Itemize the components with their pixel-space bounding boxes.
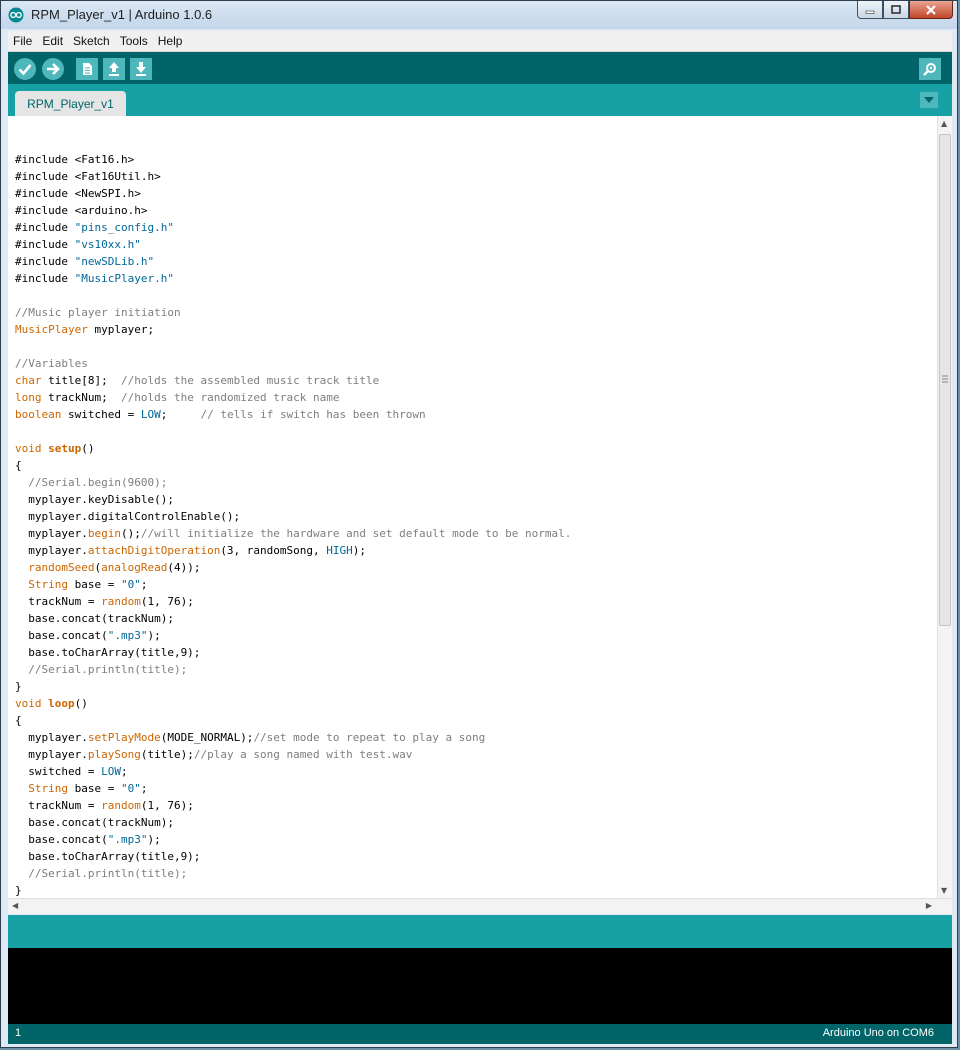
- code-line: boolean switched = LOW; // tells if swit…: [15, 408, 426, 421]
- ide-window: RPM_Player_v1 | Arduino 1.0.6 File Edit …: [0, 0, 958, 1048]
- code-line: #include <Fat16.h>: [15, 153, 135, 166]
- code-line: //Variables: [15, 357, 88, 370]
- code-line: {: [15, 714, 22, 727]
- save-sketch-button[interactable]: [129, 57, 153, 81]
- magnifier-icon: [919, 58, 941, 80]
- code-line: //Serial.println(title);: [28, 663, 188, 676]
- console-output[interactable]: [8, 948, 952, 1024]
- code-line: void loop(): [15, 697, 88, 710]
- code-line: myplayer.setPlayMode(MODE_NORMAL);//set …: [15, 731, 486, 744]
- code-line: #include "newSDLib.h": [15, 255, 155, 268]
- code-line: #include "pins_config.h": [15, 221, 174, 234]
- code-line: MusicPlayer myplayer;: [15, 323, 155, 336]
- arrow-right-icon: [42, 58, 64, 80]
- menu-file[interactable]: File: [8, 34, 37, 48]
- maximize-icon: [891, 4, 901, 14]
- code-line: myplayer.digitalControlEnable();: [15, 510, 241, 523]
- scroll-down-icon[interactable]: ▼: [941, 886, 947, 895]
- code-line: #include <NewSPI.h>: [15, 187, 141, 200]
- vertical-scrollbar[interactable]: ▲ ▼: [937, 116, 952, 898]
- code-text[interactable]: #include <Fat16.h> #include <Fat16Util.h>…: [15, 134, 571, 898]
- scroll-left-icon[interactable]: ◀: [12, 901, 18, 910]
- code-line: base.toCharArray(title,9);: [15, 646, 201, 659]
- code-line: //Serial.println(title);: [28, 867, 188, 880]
- minimize-button[interactable]: [857, 1, 883, 19]
- code-line: base.concat(".mp3");: [15, 629, 161, 642]
- board-port-label: Arduino Uno on COM6: [822, 1027, 934, 1039]
- window-controls: [857, 1, 953, 21]
- code-line: myplayer.playSong(title);//play a song n…: [15, 748, 413, 761]
- vertical-scroll-thumb[interactable]: [939, 134, 951, 626]
- menu-sketch[interactable]: Sketch: [68, 34, 115, 48]
- code-line: myplayer.attachDigitOperation(3, randomS…: [15, 544, 367, 557]
- code-editor[interactable]: #include <Fat16.h> #include <Fat16Util.h>…: [8, 116, 952, 898]
- code-line: base.concat(trackNum);: [15, 816, 174, 829]
- message-area: [8, 915, 952, 948]
- close-button[interactable]: [909, 1, 953, 19]
- new-sketch-button[interactable]: [75, 57, 99, 81]
- code-line: void setup(): [15, 442, 95, 455]
- grip-icon: [942, 375, 948, 383]
- status-footer: 1 Arduino Uno on COM6: [8, 1024, 952, 1044]
- menu-help[interactable]: Help: [153, 34, 188, 48]
- code-line: #include <Fat16Util.h>: [15, 170, 161, 183]
- scroll-right-icon[interactable]: ▶: [926, 901, 932, 910]
- code-line: trackNum = random(1, 76);: [15, 595, 194, 608]
- code-line: {: [15, 459, 22, 472]
- code-line: //Serial.begin(9600);: [28, 476, 168, 489]
- tab-bar: RPM_Player_v1: [8, 84, 952, 116]
- code-line: }: [15, 680, 22, 693]
- code-line: switched = LOW;: [15, 765, 128, 778]
- upload-arrow-icon: [103, 58, 125, 80]
- scroll-up-icon[interactable]: ▲: [941, 119, 947, 128]
- line-number: 1: [15, 1027, 22, 1039]
- code-line: String base = "0";: [28, 578, 148, 591]
- code-line: long trackNum; //holds the randomized tr…: [15, 391, 340, 404]
- minimize-icon: [865, 10, 875, 14]
- code-line: #include "vs10xx.h": [15, 238, 141, 251]
- new-file-icon: [76, 58, 98, 80]
- serial-monitor-button[interactable]: [918, 57, 942, 81]
- close-icon: [926, 4, 936, 15]
- chevron-down-icon: [924, 97, 934, 103]
- code-line: myplayer.keyDisable();: [15, 493, 174, 506]
- code-line: }: [15, 884, 22, 897]
- tab-rpm-player[interactable]: RPM_Player_v1: [15, 91, 126, 116]
- arduino-logo-icon: [8, 7, 24, 23]
- menu-edit[interactable]: Edit: [37, 34, 68, 48]
- open-sketch-button[interactable]: [102, 57, 126, 81]
- code-line: #include <arduino.h>: [15, 204, 148, 217]
- code-line: base.concat(trackNum);: [15, 612, 174, 625]
- code-line: base.toCharArray(title,9);: [15, 850, 201, 863]
- code-line: randomSeed(analogRead(4));: [28, 561, 201, 574]
- code-line: //Music player initiation: [15, 306, 181, 319]
- code-line: myplayer.begin();//will initialize the h…: [15, 527, 572, 540]
- horizontal-scrollbar[interactable]: ◀ ▶: [8, 898, 952, 914]
- code-line: String base = "0";: [28, 782, 148, 795]
- maximize-button[interactable]: [883, 1, 909, 19]
- toolbar: [8, 52, 952, 84]
- code-line: char title[8]; //holds the assembled mus…: [15, 374, 380, 387]
- verify-button[interactable]: [13, 57, 37, 81]
- code-line: base.concat(".mp3");: [15, 833, 161, 846]
- code-line: trackNum = random(1, 76);: [15, 799, 194, 812]
- menu-tools[interactable]: Tools: [115, 34, 153, 48]
- check-icon: [14, 58, 36, 80]
- upload-button[interactable]: [41, 57, 65, 81]
- window-title: RPM_Player_v1 | Arduino 1.0.6: [31, 7, 213, 22]
- code-line: #include "MusicPlayer.h": [15, 272, 174, 285]
- title-bar[interactable]: RPM_Player_v1 | Arduino 1.0.6: [1, 1, 957, 29]
- tab-menu-button[interactable]: [920, 92, 938, 108]
- menu-bar: File Edit Sketch Tools Help: [8, 31, 952, 52]
- download-arrow-icon: [130, 58, 152, 80]
